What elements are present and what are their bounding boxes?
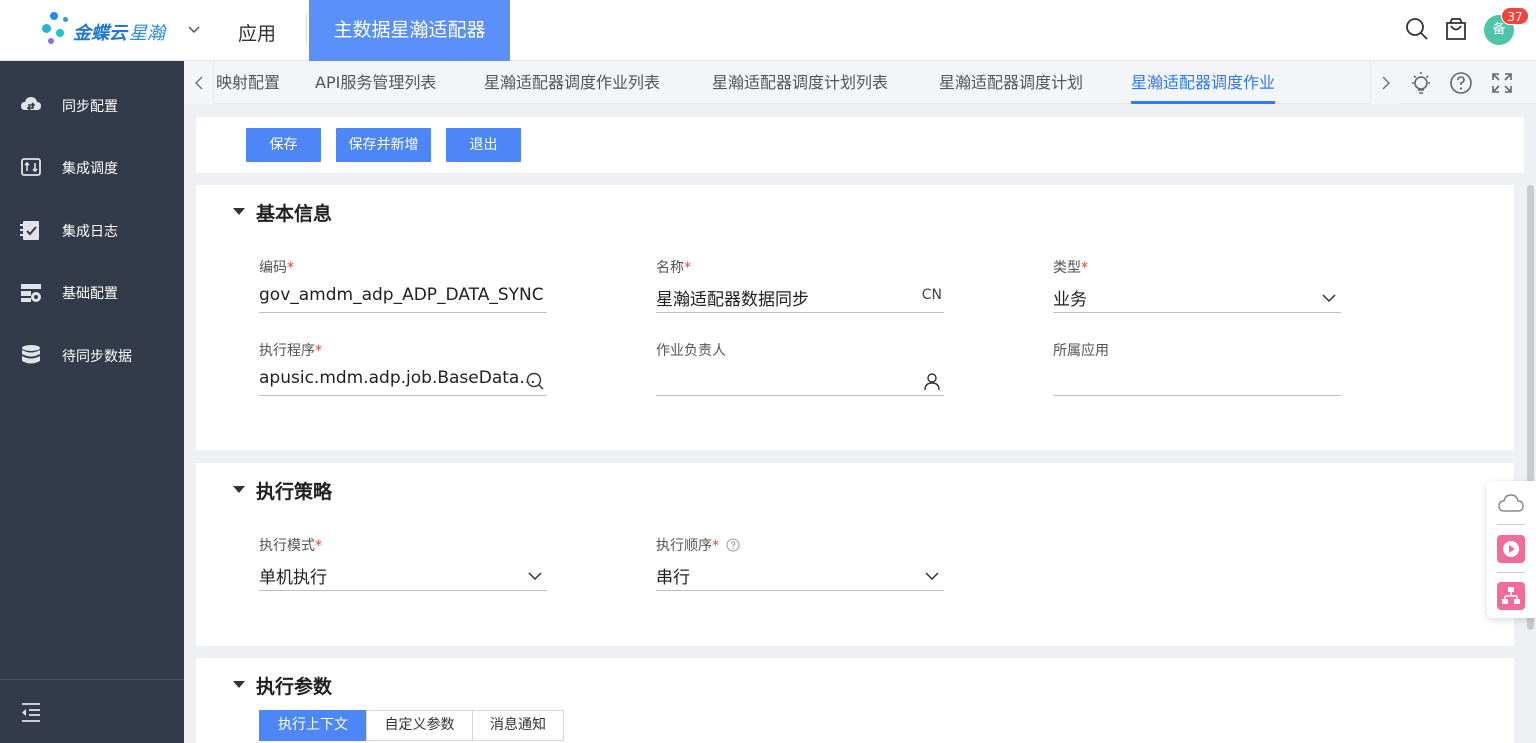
brand-logo[interactable]: 金蝶云 星瀚 [42,10,212,50]
sidebar-divider [0,679,184,680]
exit-button[interactable]: 退出 [446,128,521,162]
user-icon[interactable] [922,371,942,391]
owner-input[interactable] [656,368,944,396]
section-title: 执行策略 [256,481,333,503]
play-icon[interactable] [1496,534,1526,564]
lightbulb-icon[interactable] [1408,70,1434,96]
sidebar-item-pending-data[interactable]: 待同步数据 [0,335,184,375]
exec-params-section: 执行参数 执行上下文 自定义参数 消息通知 [196,658,1514,743]
sidebar-item-integration-schedule[interactable]: 集成调度 [0,147,184,187]
collapse-menu-icon[interactable] [20,701,42,723]
floating-tool-panel [1487,481,1536,618]
log-check-icon [20,221,39,240]
exec-mode-field[interactable]: 执行模式* 单机执行 [259,535,547,591]
save-and-new-button[interactable]: 保存并新增 [336,128,431,162]
caret-down-icon[interactable] [233,486,245,493]
search-icon[interactable] [1404,16,1430,42]
brand-name: 金蝶云 星瀚 [73,23,165,44]
tab-scroll-left[interactable] [184,61,214,104]
basic-info-section: 基本信息 编码* gov_amdm_adp_ADP_DATA_SYNC 名称* … [196,185,1514,450]
config-icon [21,284,41,302]
name-field[interactable]: 名称* 星瀚适配器数据同步 CN [656,257,944,313]
exec-order-field[interactable]: 执行顺序* 串行 [656,535,944,591]
app-input[interactable] [1053,368,1341,396]
owner-field[interactable]: 作业负责人 [656,340,944,396]
language-suffix[interactable]: CN [922,287,942,303]
chevron-down-icon[interactable] [922,566,942,586]
field-label: 名称* [656,260,691,276]
chevron-right-icon [1382,76,1391,90]
tab-plan-list[interactable]: 星瀚适配器调度计划列表 [712,61,888,104]
cloud-sync-icon [21,97,41,111]
notification-badge: 37 [1501,7,1529,25]
chevron-down-icon[interactable] [525,566,545,586]
sidebar-item-integration-log[interactable]: 集成日志 [0,210,184,250]
cloud-icon[interactable] [1496,489,1526,519]
program-input[interactable]: apusic.mdm.adp.job.BaseData... [259,368,547,396]
exec-strategy-section: 执行策略 执行模式* 单机执行 执行顺序* 串行 [196,463,1514,646]
panel-divider [1497,524,1525,525]
chevron-left-icon [194,76,203,90]
tab-exec-context[interactable]: 执行上下文 [259,710,367,741]
code-input[interactable]: gov_amdm_adp_ADP_DATA_SYNC [259,285,547,313]
type-select[interactable]: 业务 [1053,285,1341,313]
exec-order-select[interactable]: 串行 [656,563,944,591]
sidebar-item-label: 待同步数据 [62,349,132,365]
section-title: 基本信息 [256,203,333,225]
tab-plan[interactable]: 星瀚适配器调度计划 [939,61,1083,104]
schedule-icon [21,158,41,176]
tab-scroll-right[interactable] [1370,61,1400,104]
tab-api-service-list[interactable]: API服务管理列表 [315,61,436,104]
chevron-down-icon[interactable] [1319,288,1339,308]
sidebar-item-label: 基础配置 [62,286,118,302]
caret-down-icon[interactable] [233,208,245,215]
field-label: 执行顺序* [656,535,944,555]
help-icon[interactable] [1448,70,1474,96]
fullscreen-icon[interactable] [1489,70,1515,96]
nav-active-app[interactable]: 主数据星瀚适配器 [309,0,510,61]
code-field[interactable]: 编码* gov_amdm_adp_ADP_DATA_SYNC [259,257,547,313]
shopping-bag-icon[interactable] [1443,16,1469,42]
program-field[interactable]: 执行程序* apusic.mdm.adp.job.BaseData... [259,340,547,396]
page-tab-strip: 映射配置 API服务管理列表 星瀚适配器调度作业列表 星瀚适配器调度计划列表 星… [184,61,1536,104]
org-chart-icon[interactable] [1496,581,1526,611]
sidebar: 同步配置 集成调度 集成日志 基础配置 待同步数据 [0,61,184,743]
chevron-down-icon[interactable] [187,22,201,36]
sidebar-item-label: 集成日志 [62,224,118,240]
top-bar: 金蝶云 星瀚 应用 主数据星瀚适配器 备 37 [0,0,1536,61]
nav-app[interactable]: 应用 [238,19,276,46]
field-label: 作业负责人 [656,343,726,359]
help-icon[interactable] [726,538,740,552]
app-field[interactable]: 所属应用 [1053,340,1341,396]
field-label: 类型* [1053,260,1088,276]
type-field[interactable]: 类型* 业务 [1053,257,1341,313]
tab-message-notify[interactable]: 消息通知 [472,710,564,741]
sidebar-item-basic-config[interactable]: 基础配置 [0,272,184,312]
field-label: 执行模式* [259,538,322,554]
tab-job[interactable]: 星瀚适配器调度作业 [1131,61,1276,104]
logo-mark-icon [42,12,72,50]
panel-divider [1497,572,1525,573]
tab-job-list[interactable]: 星瀚适配器调度作业列表 [484,61,660,104]
action-toolbar: 保存 保存并新增 退出 [196,117,1524,173]
sidebar-item-sync-config[interactable]: 同步配置 [0,85,184,125]
nav-divider [306,14,307,44]
search-icon[interactable] [525,371,545,391]
field-label: 编码* [259,260,294,276]
save-button[interactable]: 保存 [246,128,321,162]
field-label: 所属应用 [1053,343,1109,359]
sidebar-item-label: 同步配置 [62,99,118,115]
field-label: 执行程序* [259,343,322,359]
sidebar-item-label: 集成调度 [62,161,118,177]
name-input[interactable]: 星瀚适配器数据同步 [656,285,944,313]
exec-mode-select[interactable]: 单机执行 [259,563,547,591]
caret-down-icon[interactable] [233,681,245,688]
tab-custom-params[interactable]: 自定义参数 [366,710,473,741]
section-title: 执行参数 [256,676,333,698]
database-icon [22,345,40,364]
tab-mapping-config[interactable]: 映射配置 [216,61,280,104]
